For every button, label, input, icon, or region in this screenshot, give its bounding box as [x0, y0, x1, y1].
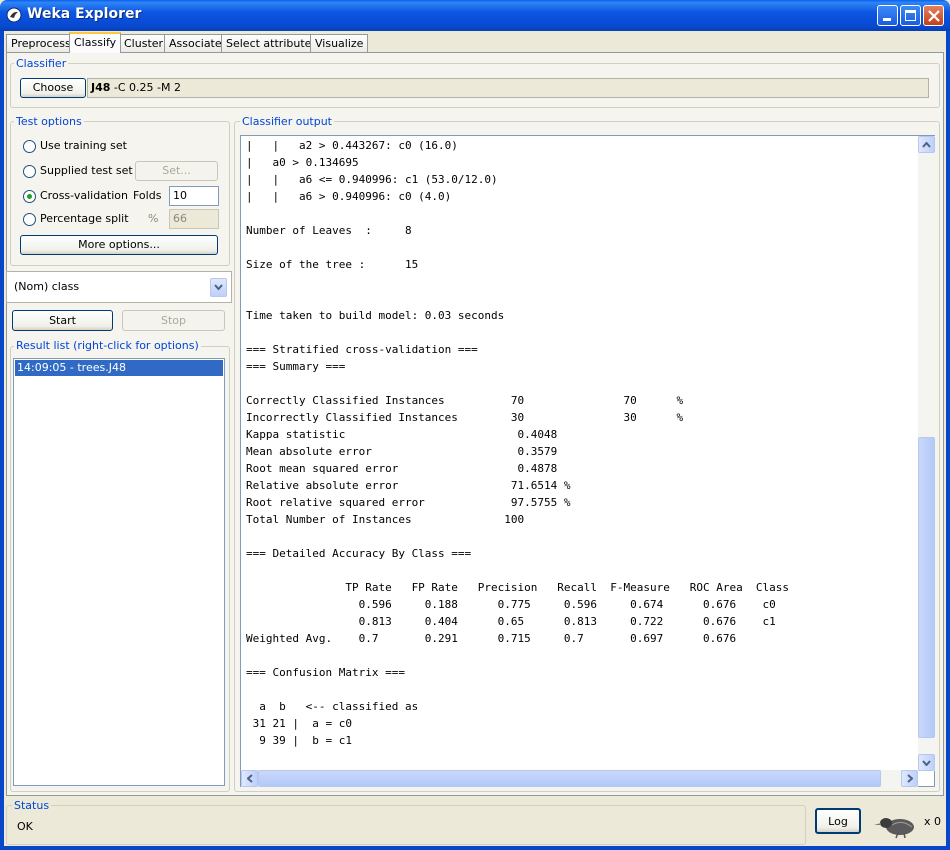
- tab-cluster[interactable]: Cluster: [119, 34, 169, 52]
- chevron-left-icon: [245, 774, 253, 783]
- classifier-output-title: Classifier output: [240, 115, 334, 128]
- status-title: Status: [12, 799, 52, 812]
- cross-validation-radio[interactable]: [23, 190, 36, 203]
- folds-input[interactable]: 10: [169, 186, 219, 206]
- result-list[interactable]: 14:09:05 - trees.J48: [13, 358, 225, 786]
- scroll-left-button[interactable]: [241, 770, 258, 787]
- use-training-set-label: Use training set: [40, 139, 127, 152]
- classifier-output-area[interactable]: | | a2 > 0.443267: c0 (16.0) | a0 > 0.13…: [240, 135, 935, 787]
- test-options-title: Test options: [14, 115, 84, 128]
- weka-app-icon: [6, 7, 22, 23]
- result-list-item[interactable]: 14:09:05 - trees.J48: [15, 360, 223, 376]
- tab-associate[interactable]: Associate: [164, 34, 227, 52]
- task-count: x 0: [924, 815, 942, 828]
- minimize-button[interactable]: [877, 5, 898, 26]
- window-frame-left: [0, 31, 4, 850]
- supplied-test-set-label: Supplied test set: [40, 164, 133, 177]
- classifier-name: J48: [91, 81, 111, 94]
- close-icon: [928, 10, 940, 22]
- vertical-scrollbar[interactable]: [918, 136, 935, 771]
- percentage-input[interactable]: 66: [169, 209, 219, 229]
- classifier-output-text: | | a2 > 0.443267: c0 (16.0) | a0 > 0.13…: [246, 139, 790, 747]
- maximize-button[interactable]: [900, 5, 921, 26]
- window-frame-bottom: [0, 846, 950, 850]
- scroll-up-button[interactable]: [918, 136, 935, 153]
- classifier-options: -C 0.25 -M 2: [110, 81, 181, 94]
- weka-bird-icon[interactable]: [872, 813, 920, 839]
- tab-classify[interactable]: Classify: [69, 32, 122, 53]
- cross-validation-label: Cross-validation: [40, 189, 128, 202]
- stop-button[interactable]: Stop: [122, 310, 225, 331]
- window-title: Weka Explorer: [27, 6, 142, 22]
- scroll-right-button[interactable]: [901, 770, 918, 787]
- close-button[interactable]: [923, 5, 944, 26]
- window-frame-right: [946, 31, 950, 850]
- classifier-config-field[interactable]: J48 -C 0.25 -M 2: [87, 78, 929, 98]
- tab-preprocess[interactable]: Preprocess: [6, 34, 76, 52]
- folds-label: Folds: [133, 189, 162, 202]
- classifier-group-title: Classifier: [14, 57, 69, 70]
- scroll-down-button[interactable]: [918, 754, 935, 771]
- class-select-dropdown-button[interactable]: [210, 278, 227, 297]
- percentage-split-radio[interactable]: [23, 213, 36, 226]
- horizontal-scrollbar[interactable]: [241, 770, 918, 787]
- status-group: [6, 805, 806, 845]
- status-text: OK: [17, 820, 33, 833]
- set-test-set-button[interactable]: Set...: [135, 161, 218, 181]
- choose-classifier-button[interactable]: Choose: [20, 78, 86, 98]
- horizontal-scroll-thumb[interactable]: [258, 770, 881, 787]
- vertical-scroll-thumb[interactable]: [918, 437, 935, 738]
- chevron-right-icon: [906, 774, 914, 783]
- start-button[interactable]: Start: [12, 310, 113, 331]
- tab-visualize[interactable]: Visualize: [310, 34, 369, 52]
- minimize-icon: [883, 18, 891, 21]
- class-attribute-select[interactable]: (Nom) class: [6, 271, 232, 303]
- tab-select-attributes[interactable]: Select attributes: [221, 34, 323, 52]
- chevron-down-icon: [922, 760, 931, 767]
- log-button[interactable]: Log: [815, 808, 861, 834]
- chevron-down-icon: [214, 284, 223, 291]
- percentage-split-label: Percentage split: [40, 212, 129, 225]
- maximize-icon: [905, 10, 916, 21]
- class-attribute-value: (Nom) class: [14, 280, 80, 293]
- chevron-up-icon: [922, 141, 931, 148]
- result-list-title: Result list (right-click for options): [14, 339, 201, 352]
- percent-symbol: %: [148, 212, 159, 225]
- use-training-set-radio[interactable]: [23, 140, 36, 153]
- title-bar: [0, 0, 950, 31]
- supplied-test-set-radio[interactable]: [23, 165, 36, 178]
- more-options-button[interactable]: More options...: [20, 235, 218, 255]
